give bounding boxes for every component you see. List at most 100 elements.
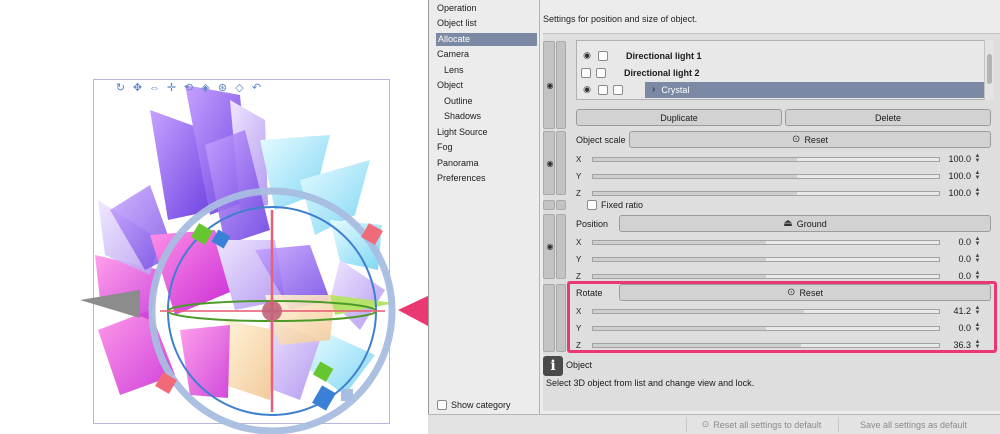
eye-icon: ◉ <box>546 242 554 251</box>
eye-icon[interactable]: ◉ <box>581 84 593 95</box>
object_scale-value[interactable]: 100.0 <box>941 188 971 198</box>
save-all-defaults-button[interactable]: Save all settings as default <box>838 417 988 432</box>
duplicate-button[interactable]: Duplicate <box>576 109 782 126</box>
object-scale-label: Object scale <box>576 135 626 145</box>
expand-strip[interactable] <box>556 131 566 195</box>
object-list-scrollbar[interactable] <box>984 40 994 100</box>
object-row-directional-light-1[interactable]: ◉ Directional light 1 <box>577 47 984 64</box>
lock-strip-object-scale[interactable]: ◉ <box>543 131 555 195</box>
category-light-source[interactable]: Light Source <box>437 126 488 139</box>
eye-icon[interactable]: ◉ <box>581 50 593 61</box>
lock-strip-fixed-ratio[interactable] <box>543 200 555 210</box>
object_scale-axis-label: Z <box>576 189 581 198</box>
info-title: Object <box>566 360 593 370</box>
callout-arrow <box>398 295 428 326</box>
category-operation[interactable]: Operation <box>437 2 477 15</box>
ground-button[interactable]: ⏏ Ground <box>619 215 991 232</box>
selected-object[interactable]: › Crystal <box>645 81 984 98</box>
category-shadows[interactable]: Shadows <box>444 110 481 123</box>
position-slider[interactable] <box>592 274 940 279</box>
rotate-z-icon[interactable]: ⊛ <box>216 80 229 95</box>
camera-dolly-icon[interactable]: ⇔ <box>148 80 161 95</box>
show-category-label: Show category <box>451 400 511 410</box>
category-fog[interactable]: Fog <box>437 141 453 154</box>
object-list[interactable]: ◉ Directional light 1 Directional light … <box>576 40 985 100</box>
show-category-toggle[interactable]: Show category <box>437 400 511 410</box>
expand-strip[interactable] <box>556 41 566 129</box>
category-lens[interactable]: Lens <box>444 64 464 77</box>
expand-strip[interactable] <box>556 214 566 279</box>
delete-button[interactable]: Delete <box>785 109 991 126</box>
lock-checkbox[interactable] <box>598 84 608 95</box>
category-object-list[interactable]: Object list <box>437 17 477 30</box>
category-outline[interactable]: Outline <box>444 95 473 108</box>
position-slider[interactable] <box>592 240 940 245</box>
object_scale-slider[interactable] <box>592 191 940 196</box>
object-name: Directional light 2 <box>624 67 700 78</box>
position-value[interactable]: 0.0 <box>941 271 971 281</box>
category-camera[interactable]: Camera <box>437 48 469 61</box>
slider-fill <box>593 275 766 278</box>
spinner-icon[interactable]: ▲ ▼ <box>973 170 982 181</box>
crystal-object[interactable] <box>80 85 395 400</box>
category-panorama[interactable]: Panorama <box>437 157 479 170</box>
camera-rotate-icon[interactable]: ↻ <box>114 80 127 95</box>
slider-fill <box>593 192 798 195</box>
canvas-area[interactable]: ↻ ✥ ⇔ ✛ ⟲ ◈ ⊛ ◇ ↶ <box>0 0 428 434</box>
eye-icon: ◉ <box>546 81 554 90</box>
position-slider[interactable] <box>592 257 940 262</box>
object_scale-slider[interactable] <box>592 157 940 162</box>
reset-scale-button[interactable]: ⊙ Reset <box>629 131 991 148</box>
object_scale-value[interactable]: 100.0 <box>941 171 971 181</box>
spinner-icon[interactable]: ▲ ▼ <box>973 270 982 281</box>
spinner-icon[interactable]: ▲ ▼ <box>973 187 982 198</box>
info-icon: i <box>543 356 563 376</box>
reset-icon: ⊙ <box>701 419 710 429</box>
position-value[interactable]: 0.0 <box>941 237 971 247</box>
sub-tool-detail-panel: Operation Object list Allocate Camera Le… <box>428 0 1000 434</box>
spinner-icon[interactable]: ▲ ▼ <box>973 253 982 264</box>
expand-strip[interactable] <box>556 200 566 210</box>
camera-pan-icon[interactable]: ✥ <box>131 80 144 95</box>
spinner-icon[interactable]: ▲ ▼ <box>973 236 982 247</box>
lock-checkbox[interactable] <box>598 50 608 61</box>
object-row-directional-light-2[interactable]: Directional light 2 <box>577 64 984 81</box>
slider-fill <box>593 158 798 161</box>
position-axis-label: Z <box>576 272 581 281</box>
crystal-3d-scene[interactable] <box>0 0 428 434</box>
category-allocate[interactable]: Allocate <box>436 33 537 46</box>
fixed-ratio-toggle[interactable]: Fixed ratio <box>587 200 643 210</box>
chevron-right-icon[interactable]: › <box>652 84 655 95</box>
spinner-icon[interactable]: ▲ ▼ <box>973 153 982 164</box>
rotate-xy-icon[interactable]: ◈ <box>199 80 212 95</box>
scale-icon[interactable]: ◇ <box>233 80 246 95</box>
object_scale-value[interactable]: 100.0 <box>941 154 971 164</box>
reset-all-defaults-button[interactable]: ⊙ Reset all settings to default <box>686 417 836 432</box>
lock-checkbox[interactable] <box>613 84 623 95</box>
3d-operation-toolbar: ↻ ✥ ⇔ ✛ ⟲ ◈ ⊛ ◇ ↶ <box>114 80 263 95</box>
slider-fill <box>593 258 766 261</box>
ground-icon: ⏏ <box>783 218 793 229</box>
rotation-gizmo[interactable] <box>148 187 396 434</box>
object-row-crystal[interactable]: ◉ › Crystal <box>577 81 984 98</box>
lock-checkbox[interactable] <box>596 67 606 78</box>
position-value[interactable]: 0.0 <box>941 254 971 264</box>
undo-icon[interactable]: ↶ <box>250 80 263 95</box>
rotate-highlight-box <box>567 281 997 353</box>
category-object[interactable]: Object <box>437 79 463 92</box>
category-preferences[interactable]: Preferences <box>437 172 486 185</box>
show-category-checkbox[interactable] <box>437 400 447 410</box>
move-icon[interactable]: ✛ <box>165 80 178 95</box>
object_scale-slider[interactable] <box>592 174 940 179</box>
visibility-checkbox[interactable] <box>581 67 591 78</box>
lock-strip-position[interactable]: ◉ <box>543 214 555 279</box>
expand-strip[interactable] <box>556 284 566 352</box>
info-description: Select 3D object from list and change vi… <box>546 378 755 388</box>
object_scale-axis-label: Y <box>576 172 582 181</box>
fixed-ratio-checkbox[interactable] <box>587 200 597 210</box>
lock-strip-rotate[interactable] <box>543 284 555 352</box>
category-list: Operation Object list Allocate Camera Le… <box>429 0 540 414</box>
lock-strip-object-list[interactable]: ◉ <box>543 41 555 129</box>
rotate-object-icon[interactable]: ⟲ <box>182 80 195 95</box>
object-name: Crystal <box>661 84 690 95</box>
